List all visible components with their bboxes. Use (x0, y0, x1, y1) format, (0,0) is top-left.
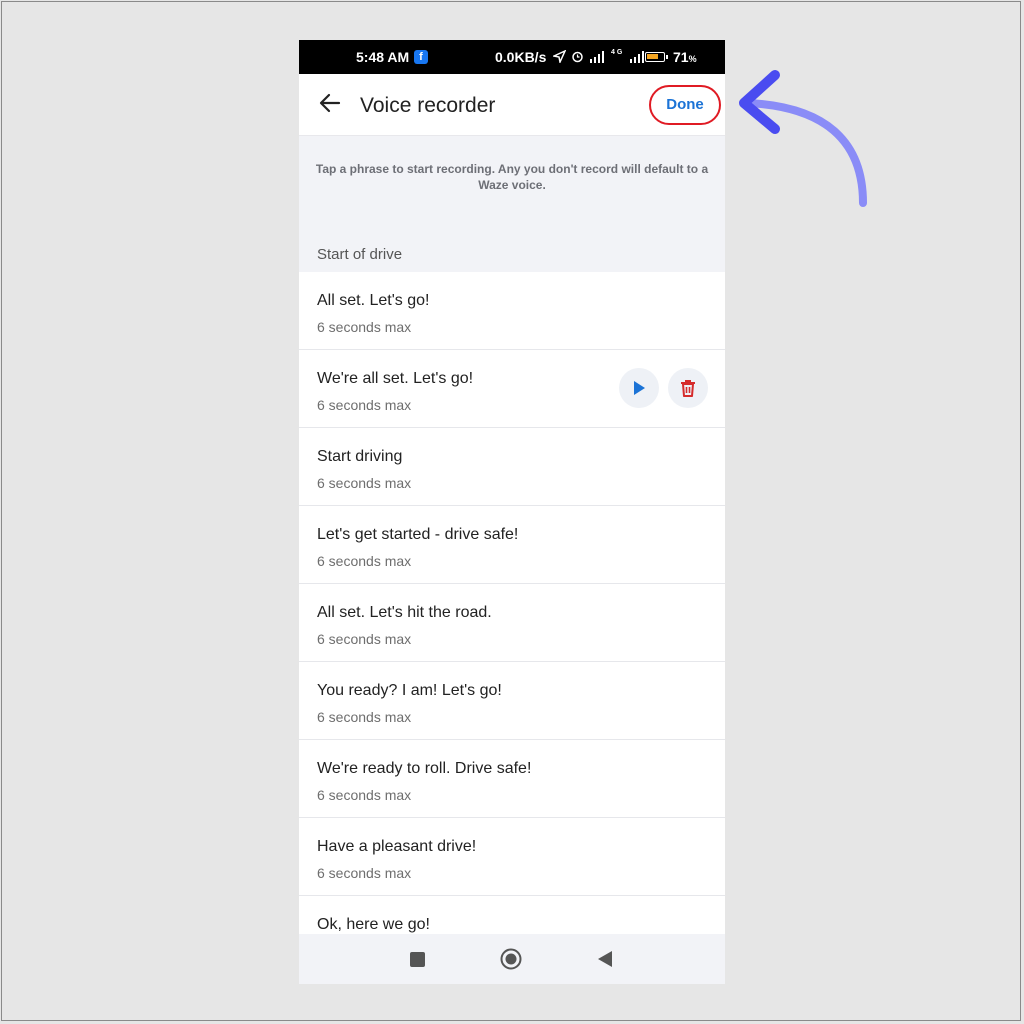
play-icon (634, 381, 645, 395)
done-button[interactable]: Done (649, 85, 721, 125)
page-title: Voice recorder (360, 94, 496, 117)
status-bar: 5:48 AM f 0.0KB/s 4G 71% (299, 40, 725, 74)
phrase-title: We're all set. Let's go! (317, 370, 474, 387)
info-section: Tap a phrase to start recording. Any you… (299, 136, 725, 272)
phrase-row[interactable]: All set. Let's hit the road. 6 seconds ma… (299, 584, 725, 662)
system-nav-bar (299, 934, 725, 984)
facebook-icon: f (414, 50, 428, 64)
section-header: Start of drive (317, 246, 403, 263)
circle-icon[interactable] (500, 948, 522, 970)
app-bar: Voice recorder Done (299, 74, 725, 136)
battery-unit: % (688, 54, 697, 64)
phrase-duration: 6 seconds max (317, 319, 412, 335)
battery-tip (666, 55, 668, 59)
phrase-duration: 6 seconds max (317, 631, 412, 647)
network-speed: 0.0KB/s (495, 49, 547, 65)
phrase-duration: 6 seconds max (317, 397, 412, 413)
phrase-title: All set. Let's hit the road. (317, 604, 492, 621)
arrow-left-icon[interactable] (317, 90, 343, 116)
network-type: 4G (611, 49, 625, 56)
phrase-title: Ok, here we go! (317, 916, 430, 933)
phrase-title: You ready? I am! Let's go! (317, 682, 502, 699)
phrase-row[interactable]: All set. Let's go! 6 seconds max (299, 272, 725, 350)
trash-icon (681, 380, 695, 397)
battery-icon (645, 52, 665, 62)
phrase-duration: 6 seconds max (317, 865, 412, 881)
phrase-list: All set. Let's go! 6 seconds max We're all… (299, 272, 725, 974)
battery-level (647, 54, 658, 59)
phrase-title: We're ready to roll. Drive safe! (317, 760, 532, 777)
triangle-back-icon[interactable] (597, 950, 613, 968)
phrase-row[interactable]: You ready? I am! Let's go! 6 seconds max (299, 662, 725, 740)
phrase-row[interactable]: Start driving 6 seconds max (299, 428, 725, 506)
location-icon (551, 49, 567, 65)
square-icon[interactable] (410, 952, 425, 967)
curved-arrow-icon (739, 70, 867, 207)
phrase-duration: 6 seconds max (317, 553, 412, 569)
delete-button[interactable] (668, 368, 708, 408)
phrase-duration: 6 seconds max (317, 709, 412, 725)
phrase-row[interactable]: We're all set. Let's go! 6 seconds max (299, 350, 725, 428)
phrase-row[interactable]: We're ready to roll. Drive safe! 6 second… (299, 740, 725, 818)
phrase-row[interactable]: Let's get started - drive safe! 6 seconds… (299, 506, 725, 584)
phrase-row[interactable]: Have a pleasant drive! 6 seconds max (299, 818, 725, 896)
phrase-title: Start driving (317, 448, 403, 465)
play-button[interactable] (619, 368, 659, 408)
phrase-title: Have a pleasant drive! (317, 838, 477, 855)
phrase-duration: 6 seconds max (317, 475, 412, 491)
signal-icon (589, 50, 604, 63)
recording-hint: Tap a phrase to start recording. Any you… (315, 162, 709, 192)
battery-percent: 71 (673, 49, 689, 65)
phrase-title: All set. Let's go! (317, 292, 430, 309)
battery-text: 71% (673, 49, 697, 65)
phone-screen: 5:48 AM f 0.0KB/s 4G 71% Voice recorder … (299, 40, 725, 984)
recording-actions (610, 368, 708, 408)
status-time: 5:48 AM (356, 49, 410, 65)
phrase-title: Let's get started - drive safe! (317, 526, 519, 543)
phrase-duration: 6 seconds max (317, 787, 412, 803)
signal-icon-2 (629, 50, 644, 63)
alarm-icon (572, 52, 584, 63)
status-icons: 4G (551, 49, 646, 65)
